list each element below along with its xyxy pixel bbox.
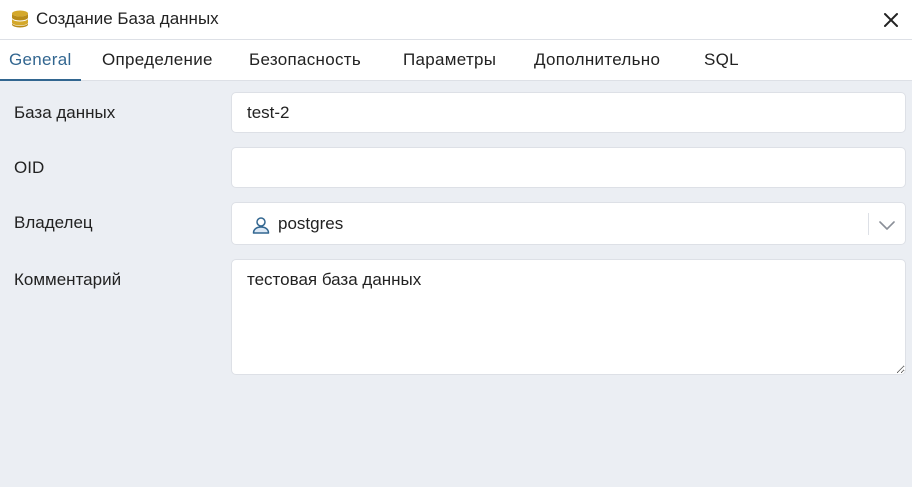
owner-value: postgres xyxy=(278,214,344,233)
database-icon xyxy=(12,10,28,28)
select-divider xyxy=(868,213,869,235)
oid-label: OID xyxy=(14,158,45,177)
tab-parameters[interactable]: Параметры xyxy=(394,40,505,80)
chevron-down-icon[interactable] xyxy=(877,215,897,235)
tab-advanced[interactable]: Дополнительно xyxy=(525,40,669,80)
user-icon xyxy=(252,217,270,234)
comment-textarea[interactable]: тестовая база данных xyxy=(231,259,906,375)
owner-label: Владелец xyxy=(14,213,93,232)
tab-bar: General Определение Безопасность Парамет… xyxy=(0,40,912,81)
tab-security[interactable]: Безопасность xyxy=(240,40,370,80)
dialog-titlebar: Создание База данных xyxy=(0,0,912,40)
database-name-input[interactable] xyxy=(231,92,906,133)
tab-general[interactable]: General xyxy=(0,40,81,81)
database-label: База данных xyxy=(14,103,116,122)
owner-select[interactable]: postgres xyxy=(231,202,906,245)
dialog-title: Создание База данных xyxy=(36,9,219,28)
oid-input[interactable] xyxy=(231,147,906,188)
comment-label: Комментарий xyxy=(14,270,122,289)
tab-sql[interactable]: SQL xyxy=(695,40,748,80)
close-icon[interactable] xyxy=(880,9,902,31)
tab-definition[interactable]: Определение xyxy=(93,40,222,80)
